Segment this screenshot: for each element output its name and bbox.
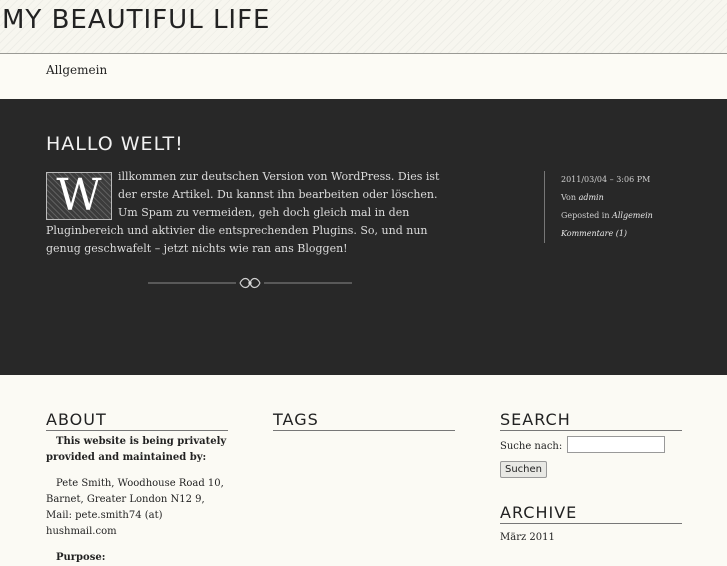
about-purpose: Purpose: bbox=[56, 552, 106, 563]
post-category-link[interactable]: Allgemein bbox=[612, 211, 653, 220]
search-title: SEARCH bbox=[500, 410, 682, 431]
post-area: HALLO WELT! Willkommen zur deutschen Ver… bbox=[0, 99, 727, 375]
main-nav: Allgemein bbox=[0, 54, 727, 99]
nav-item-allgemein[interactable]: Allgemein bbox=[46, 63, 107, 77]
about-address: Pete Smith, Woodhouse Road 10, Barnet, G… bbox=[46, 478, 224, 537]
site-title[interactable]: MY BEAUTIFUL LIFE bbox=[2, 5, 270, 35]
post-author-row: Von admin bbox=[561, 189, 653, 207]
category-prefix: Geposted in bbox=[561, 211, 610, 220]
post-meta: 2011/03/04 – 3:06 PM Von admin Geposted … bbox=[544, 171, 653, 243]
post-title[interactable]: HALLO WELT! bbox=[46, 133, 184, 155]
post-comments-row: Kommentare (1) bbox=[561, 225, 653, 243]
post-author: admin bbox=[578, 193, 604, 202]
post-content: Willkommen zur deutschen Version von Wor… bbox=[46, 168, 456, 258]
dropcap-letter: W bbox=[46, 172, 112, 220]
ornament-divider-icon bbox=[148, 277, 352, 289]
about-intro: This website is being privately provided… bbox=[46, 436, 227, 463]
archive-widget: ARCHIVE März 2011 bbox=[500, 503, 682, 544]
search-input[interactable] bbox=[567, 436, 666, 453]
search-widget: SEARCH Suche nach: Suchen bbox=[500, 410, 682, 478]
search-form: Suche nach: bbox=[500, 434, 682, 453]
post-date: 2011/03/04 – 3:06 PM bbox=[561, 175, 651, 184]
tags-widget: TAGS bbox=[273, 410, 455, 431]
author-prefix: Von bbox=[561, 193, 577, 202]
site-header: MY BEAUTIFUL LIFE bbox=[0, 0, 727, 54]
archive-title: ARCHIVE bbox=[500, 503, 682, 524]
search-label: Suche nach: bbox=[500, 441, 563, 452]
about-title: ABOUT bbox=[46, 410, 228, 431]
about-widget: ABOUT This website is being privately pr… bbox=[46, 410, 228, 566]
tags-title: TAGS bbox=[273, 410, 455, 431]
post-category-row: Geposted in Allgemein bbox=[561, 207, 653, 225]
archive-item-maerz-2011[interactable]: März 2011 bbox=[500, 532, 555, 543]
search-button[interactable]: Suchen bbox=[500, 461, 548, 478]
post-comments-link[interactable]: Kommentare (1) bbox=[561, 229, 627, 238]
